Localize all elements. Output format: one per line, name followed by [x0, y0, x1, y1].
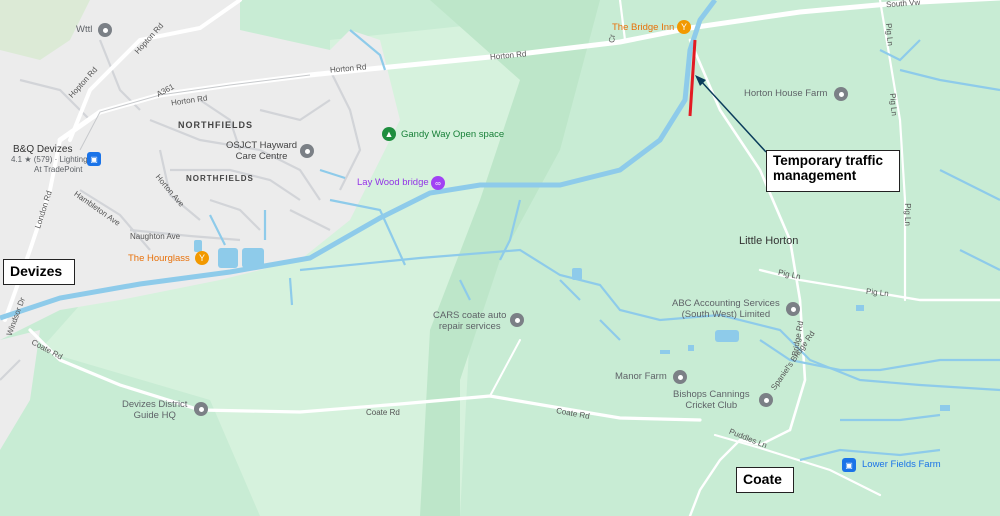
- location-pin-icon[interactable]: [759, 393, 773, 407]
- road-label-cr: Cr: [607, 33, 617, 44]
- callout-devizes: Devizes: [3, 259, 75, 285]
- poi-label-cars-line2: repair services: [438, 320, 501, 332]
- tree-icon[interactable]: ▲: [382, 127, 396, 141]
- poi-label-abc-accounting[interactable]: ABC Accounting Services (South West) Lim…: [672, 298, 780, 321]
- bridge-icon[interactable]: ∞: [431, 176, 445, 190]
- location-pin-icon[interactable]: [834, 87, 848, 101]
- poi-label-devizes-guide-line2: Guide HQ: [133, 409, 176, 421]
- callout-coate: Coate: [736, 467, 794, 493]
- poi-label-lay-wood-bridge[interactable]: Lay Wood bridge: [357, 177, 429, 189]
- poi-label-devizes-guide-hq[interactable]: Devizes District Guide HQ: [122, 399, 187, 422]
- shopping-bag-icon[interactable]: ▣: [87, 152, 101, 166]
- poi-label-gandy-way[interactable]: Gandy Way Open space: [401, 129, 504, 141]
- callout-ttm-line2: management: [773, 168, 857, 183]
- location-pin-icon[interactable]: [98, 23, 112, 37]
- road-label-naughton-ave: Naughton Ave: [130, 232, 181, 241]
- place-label-little-horton[interactable]: Little Horton: [739, 235, 798, 248]
- poi-label-osjct-line2: Care Centre: [235, 150, 288, 162]
- cocktail-glass-icon[interactable]: Y: [677, 20, 691, 34]
- callout-temporary-traffic-management: Temporary traffic management: [766, 150, 900, 192]
- area-label-northfields-small: NORTHFIELDS: [186, 174, 254, 183]
- poi-label-horton-house-farm[interactable]: Horton House Farm: [744, 88, 827, 100]
- poi-label-the-bridge-inn[interactable]: The Bridge Inn: [612, 22, 674, 34]
- location-pin-icon[interactable]: [194, 402, 208, 416]
- cocktail-glass-icon[interactable]: Y: [195, 251, 209, 265]
- poi-label-the-hourglass[interactable]: The Hourglass: [128, 253, 190, 265]
- location-pin-icon[interactable]: [673, 370, 687, 384]
- location-pin-icon[interactable]: [786, 302, 800, 316]
- poi-rating-bq: 4.1 ★ (579) · Lighting: [11, 155, 88, 164]
- poi-label-wttl[interactable]: Wttl: [76, 24, 92, 36]
- road-label-coate-rd: Coate Rd: [366, 408, 400, 417]
- shopping-bag-icon[interactable]: ▣: [842, 458, 856, 472]
- poi-label-abc-line2: (South West) Limited: [681, 308, 771, 320]
- location-pin-icon[interactable]: [300, 144, 314, 158]
- area-label-northfields: NORTHFIELDS: [178, 120, 253, 130]
- poi-label-bishops-line2: Cricket Club: [685, 399, 738, 411]
- poi-label-manor-farm[interactable]: Manor Farm: [615, 371, 667, 383]
- road-label-pig-ln: Pig Ln: [883, 22, 895, 47]
- poi-label-bq-devizes[interactable]: B&Q Devizes: [13, 144, 72, 156]
- callout-ttm-line1: Temporary traffic: [773, 153, 884, 168]
- poi-label-lower-fields-farm[interactable]: Lower Fields Farm: [862, 459, 941, 471]
- map-canvas[interactable]: NORTHFIELDS NORTHFIELDS Horton Rd Horton…: [0, 0, 1000, 516]
- poi-sub-bq: At TradePoint: [34, 165, 83, 174]
- poi-label-cars-coate[interactable]: CARS coate auto repair services: [433, 310, 506, 333]
- road-label-pig-ln: Pig Ln: [887, 92, 899, 117]
- location-pin-icon[interactable]: [510, 313, 524, 327]
- poi-label-bishops-cannings[interactable]: Bishops Cannings Cricket Club: [673, 389, 750, 412]
- poi-label-osjct[interactable]: OSJCT Hayward Care Centre: [226, 140, 297, 163]
- road-label-pig-ln: Pig Ln: [902, 203, 912, 226]
